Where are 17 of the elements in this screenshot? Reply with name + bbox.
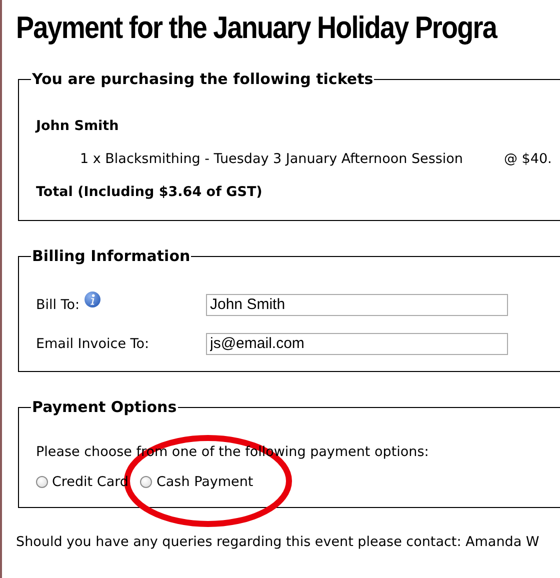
radio-button[interactable] bbox=[140, 476, 152, 488]
info-icon[interactable] bbox=[84, 290, 101, 308]
option-label[interactable]: Cash Payment bbox=[156, 474, 254, 490]
section-legend: You are purchasing the following tickets bbox=[31, 70, 374, 88]
total-label: Total (Including $3.64 of GST) bbox=[36, 184, 264, 200]
radio-button[interactable] bbox=[36, 476, 48, 488]
text-input-field[interactable]: John Smith bbox=[206, 294, 508, 316]
attendee-name: John Smith bbox=[36, 118, 120, 134]
text-input-field[interactable]: js@email.com bbox=[206, 332, 508, 354]
contact-note: Should you have any queries regarding this event please contact: Amanda W bbox=[16, 534, 540, 550]
field-label: Bill To: bbox=[36, 296, 80, 312]
ticket-price: @ $40. bbox=[504, 151, 552, 167]
page-title: Payment for the January Holiday Progra bbox=[15, 9, 498, 46]
section-legend: Billing Information bbox=[31, 247, 192, 265]
section-legend: Payment Options bbox=[31, 398, 178, 416]
field-label: Email Invoice To: bbox=[36, 336, 150, 352]
ticket-description: 1 x Blacksmithing - Tuesday 3 January Afternoon Session bbox=[80, 151, 464, 167]
